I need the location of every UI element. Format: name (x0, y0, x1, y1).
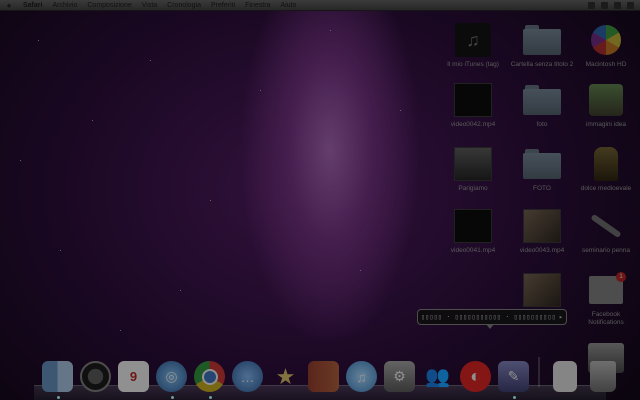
dock-itunes[interactable]: ♫ (344, 359, 379, 394)
desktop-icon-cartella-senza-titolo-2[interactable]: Cartella senza titolo 2 (510, 22, 574, 69)
desktop-icon-itunes-tag[interactable]: ♫ Il mio iTunes (tag) (443, 22, 503, 69)
dock-utility[interactable]: ✎ (496, 359, 531, 399)
desktop-icon-label: Facebook Notifications (588, 311, 624, 326)
dock-ichat[interactable]: … (230, 359, 265, 394)
desktop-icon-label: video0041.mp4 (450, 247, 496, 254)
brush-icon (590, 213, 622, 239)
desktop-icon-facebook-notifications[interactable]: 1 Facebook Notifications (576, 272, 636, 327)
desktop-icon-immagini-idea[interactable]: immagini idea (576, 82, 636, 129)
dock-system-preferences[interactable]: ⚙ (382, 359, 417, 394)
folder-icon (523, 85, 561, 115)
desktop-icon-FOTO[interactable]: FOTO (512, 146, 572, 193)
apple-logo-icon (591, 25, 621, 55)
desktop-icon-video0042[interactable]: video0042.mp4 (443, 82, 503, 129)
trash-icon (589, 361, 616, 392)
dock-dashboard[interactable] (78, 359, 113, 394)
desktop-icon-label: Macintosh HD (585, 61, 627, 68)
paint-bucket-icon (589, 84, 623, 116)
desktop-icon-label: dolce medioevale (580, 185, 632, 192)
menu-aiuto[interactable]: Aiuto (275, 2, 301, 9)
document-stack-icon (552, 361, 577, 392)
dock: 9 ◎ … ★ ♫ ⚙ 👥 ◐ ✎ (40, 350, 620, 399)
vodafone-icon: ◐ (460, 361, 491, 392)
photo-thumbnail-icon (523, 273, 561, 307)
menu-composizione[interactable]: Composizione (82, 2, 136, 9)
music-note-icon: ♫ (455, 23, 491, 57)
spotlight-icon[interactable] (627, 1, 634, 9)
chrome-icon (194, 361, 225, 392)
dock-trash[interactable] (585, 359, 620, 394)
notification-icon: 1 (589, 272, 626, 304)
dock-safari[interactable]: ◎ (154, 359, 189, 399)
menu-finestra[interactable]: Finestra (240, 2, 275, 9)
tooltip-arrow-icon: ▸ (558, 313, 564, 321)
video-thumbnail-icon (454, 147, 492, 181)
desktop-icon-label: immagini idea (585, 121, 627, 128)
desktop-icon-photo[interactable] (512, 272, 572, 311)
dock-vodafone[interactable]: ◐ (458, 359, 493, 394)
folder-icon (523, 25, 561, 55)
desktop-icon-seminario-penna[interactable]: seminario penna (576, 208, 636, 255)
figure-icon (594, 147, 618, 181)
finder-icon (42, 361, 73, 392)
apple-menu-icon[interactable]: ● (0, 1, 18, 10)
menu-extras (588, 1, 640, 9)
folder-icon (523, 149, 561, 179)
menu-vista[interactable]: Vista (137, 2, 162, 9)
desktop-icon-macintosh-hd[interactable]: Macintosh HD (576, 22, 636, 69)
desktop-icon-label: Cartella senza titolo 2 (510, 61, 574, 68)
desktop-icon-video0043[interactable]: video0043.mp4 (512, 208, 572, 255)
pen-icon: ✎ (498, 361, 529, 392)
calendar-icon: 9 (118, 361, 149, 392)
dashboard-icon (80, 361, 111, 392)
people-icon: 👥 (425, 366, 450, 388)
dock-separator (538, 357, 540, 387)
menu-bar: ● Safari Archivio Composizione Vista Cro… (0, 0, 640, 11)
desktop-icon-label: Parigiamo (458, 185, 488, 192)
desktop-icon-parigiamo[interactable]: Parigiamo (443, 146, 503, 193)
dock-tooltip: ▯▯▯▯▯ · ▯▯▯▯▯▯▯▯▯▯▯ · ▯▯▯▯▯▯▯▯▯▯ ▸ (417, 309, 567, 329)
desktop-icon-label: video0042.mp4 (450, 121, 496, 128)
desktop-icon-video0041[interactable]: video0041.mp4 (443, 208, 503, 255)
status-icon[interactable] (601, 1, 608, 9)
music-note-icon: ♫ (346, 361, 377, 392)
menu-safari[interactable]: Safari (18, 2, 47, 9)
menu-preferiti[interactable]: Preferiti (206, 2, 240, 9)
star-icon: ★ (275, 363, 296, 389)
dock-photo-booth[interactable] (306, 359, 341, 394)
dock-documents-stack[interactable] (547, 359, 582, 394)
gear-icon: ⚙ (384, 361, 415, 392)
desktop-icon-foto[interactable]: foto (512, 82, 572, 129)
dock-imovie[interactable]: ★ (268, 359, 303, 394)
desktop-icon-label: foto (536, 121, 548, 128)
chat-bubble-icon: … (232, 361, 263, 392)
desktop-icon-label: FOTO (533, 185, 551, 192)
status-icon[interactable] (614, 1, 621, 9)
video-thumbnail-icon (454, 83, 492, 117)
tooltip-text: ▯▯▯▯▯ · ▯▯▯▯▯▯▯▯▯▯▯ · ▯▯▯▯▯▯▯▯▯▯ (420, 313, 556, 321)
desktop-icon-label: seminario penna (581, 247, 631, 254)
video-thumbnail-icon (523, 209, 561, 243)
compass-icon: ◎ (156, 361, 187, 392)
photo-booth-icon (308, 361, 339, 392)
video-thumbnail-icon (454, 209, 492, 243)
dock-ical[interactable]: 9 (116, 359, 151, 394)
dock-msn-messenger[interactable]: 👥 (420, 359, 455, 394)
menu-cronologia[interactable]: Cronologia (162, 2, 206, 9)
dock-finder[interactable] (40, 359, 75, 399)
status-icon[interactable] (588, 1, 595, 9)
desktop-icon-label: Il mio iTunes (tag) (447, 61, 499, 68)
desktop-icon-dolce-medioevale[interactable]: dolce medioevale (576, 146, 636, 193)
dock-chrome[interactable] (192, 359, 227, 399)
menu-archivio[interactable]: Archivio (47, 2, 82, 9)
desktop-icon-label: video0043.mp4 (519, 247, 565, 254)
